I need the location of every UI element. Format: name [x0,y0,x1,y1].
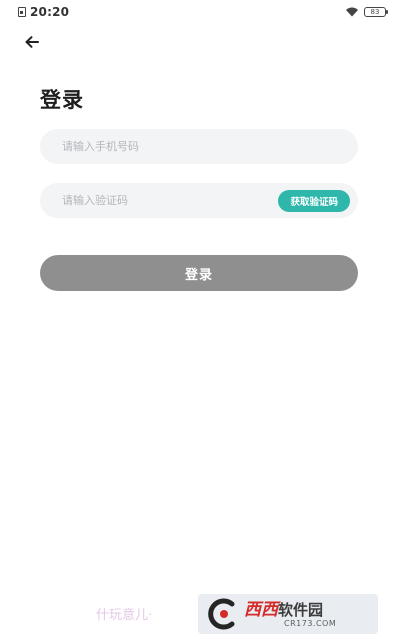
watermark-main-label: 西西 [244,599,278,620]
phone-input[interactable] [62,140,350,153]
watermark-main: 西西软件园 [244,601,336,619]
login-button[interactable]: 登录 [40,255,358,291]
phone-field-container [40,129,358,164]
arrow-left-icon [25,36,39,48]
status-time: 20:20 [30,5,70,19]
status-right: 83 [345,7,388,17]
verification-code-input[interactable] [62,194,279,207]
wifi-icon [346,7,358,17]
watermark: 西西软件园 CR173.COM [198,594,378,634]
battery-icon: 83 [364,7,388,17]
login-screen: 20:20 83 登录 获取验证码 登录 什玩意儿· 西西软件园 [0,0,400,643]
watermark-suffix: 软件园 [278,600,324,619]
footer-text: 什玩意儿· [96,608,153,623]
watermark-text: 西西软件园 CR173.COM [244,601,336,628]
status-left: 20:20 [18,5,69,19]
watermark-logo-icon [208,598,235,630]
status-bar: 20:20 83 [0,0,400,24]
get-code-button[interactable]: 获取验证码 [278,189,350,212]
sim-icon [18,7,26,17]
code-field-container: 获取验证码 [40,183,358,218]
watermark-sub: CR173.COM [284,618,337,628]
back-button[interactable] [20,30,44,54]
page-title: 登录 [40,88,84,112]
